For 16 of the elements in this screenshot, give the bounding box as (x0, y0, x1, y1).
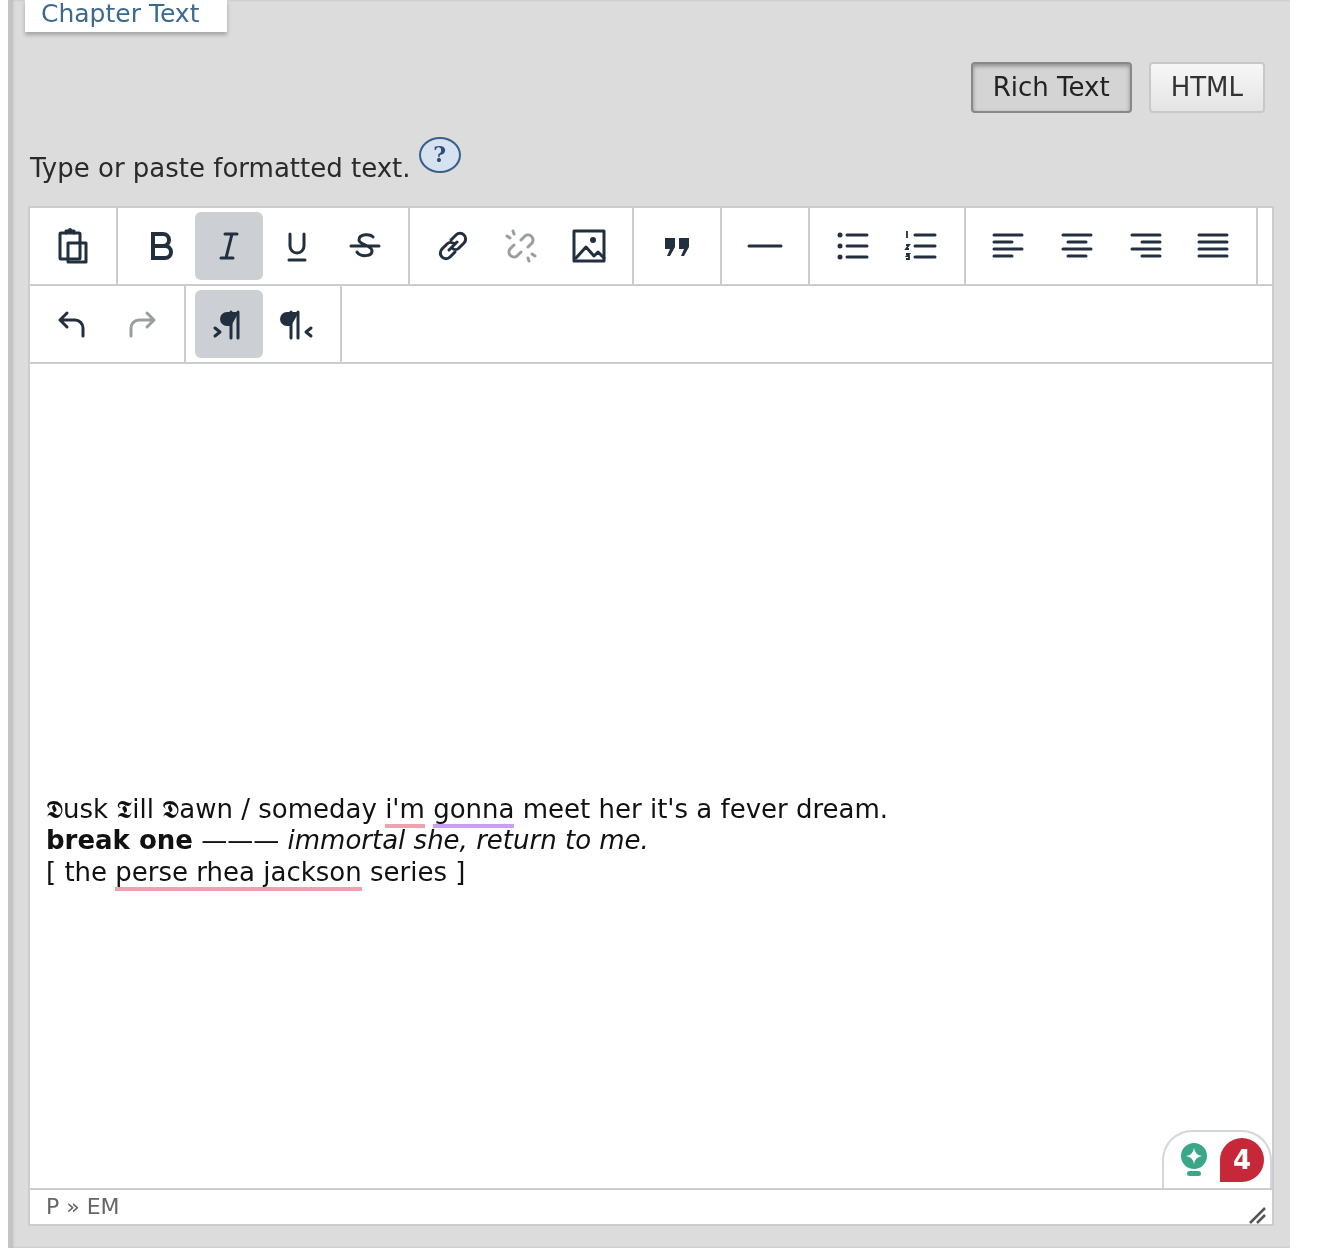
writing-assistant-widget[interactable]: 4 (1162, 1129, 1272, 1188)
italic-button[interactable] (195, 211, 263, 280)
text-line: [ the perse rhea jackson series ] (46, 856, 1256, 888)
help-button[interactable]: ? (418, 136, 461, 173)
left-to-right-button[interactable] (195, 289, 263, 358)
text-line: break one ——— immortal she, return to me. (46, 825, 650, 857)
lightbulb-icon (1178, 1141, 1210, 1178)
resize-handle-icon[interactable] (1248, 1205, 1266, 1224)
horizontal-line-icon (745, 243, 785, 248)
hint-text: Type or paste formatted text. (30, 151, 411, 185)
section-tab[interactable]: Chapter Text (25, 0, 228, 32)
text-line: 𝕯usk 𝕿ill 𝕯awn / someday i'm gonna meet her it's a fever dream. (46, 793, 1256, 825)
element-path: P » EM (46, 1193, 120, 1221)
alert-count-badge: 4 (1220, 1137, 1264, 1182)
mode-tab[interactable]: HTML (1148, 61, 1265, 113)
mode-tab[interactable]: Rich Text (970, 61, 1132, 113)
